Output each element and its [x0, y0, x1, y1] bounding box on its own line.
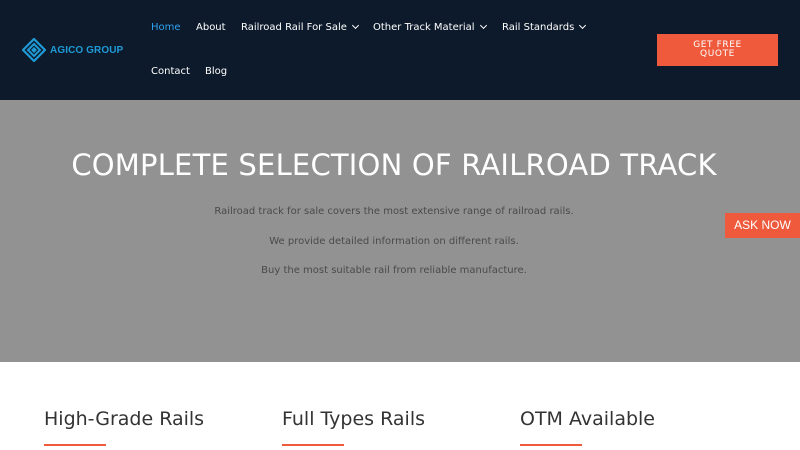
- hero-title: COMPLETE SELECTION OF RAILROAD TRACK: [71, 148, 717, 182]
- site-header: AGICO GROUP Home About Railroad Rail For…: [0, 0, 800, 100]
- logo-text: AGICO GROUP: [50, 44, 124, 56]
- nav-blog[interactable]: Blog: [205, 65, 227, 79]
- hero-line-1: Railroad track for sale covers the most …: [214, 206, 574, 217]
- cta-line-2: QUOTE: [700, 49, 735, 59]
- site-logo[interactable]: AGICO GROUP: [22, 38, 123, 62]
- nav-home-label: Home: [151, 22, 181, 33]
- get-free-quote-button[interactable]: GET FREE QUOTE: [657, 34, 778, 66]
- feature-title-high-grade: High-Grade Rails: [44, 408, 205, 430]
- hero-line-3: Buy the most suitable rail from reliable…: [261, 265, 527, 276]
- hero-line-2: We provide detailed information on diffe…: [269, 236, 519, 247]
- nav-about-label: About: [196, 22, 226, 33]
- nav-home[interactable]: Home: [151, 21, 181, 35]
- nav-other-track-material[interactable]: Other Track Material: [373, 21, 487, 35]
- chevron-down-icon: [479, 21, 487, 30]
- nav-rail-standards-label: Rail Standards: [502, 22, 575, 33]
- nav-blog-label: Blog: [205, 66, 228, 77]
- nav-rail-standards[interactable]: Rail Standards: [502, 21, 587, 35]
- feature-divider: [44, 444, 106, 446]
- nav-about[interactable]: About: [196, 21, 226, 35]
- feature-title-otm: OTM Available: [520, 408, 655, 430]
- chevron-down-icon: [351, 21, 359, 30]
- nav-railroad-rail-label: Railroad Rail For Sale: [241, 22, 347, 33]
- ask-now-button[interactable]: ASK NOW: [725, 213, 800, 238]
- chevron-down-icon: [579, 21, 587, 30]
- feature-title-full-types: Full Types Rails: [282, 408, 425, 430]
- nav-contact[interactable]: Contact: [151, 65, 190, 79]
- nav-contact-label: Contact: [151, 66, 190, 77]
- feature-divider: [520, 444, 582, 446]
- logo-diamond-icon: [22, 38, 46, 62]
- feature-divider: [282, 444, 344, 446]
- hero-banner: [0, 100, 800, 362]
- nav-other-track-label: Other Track Material: [373, 22, 475, 33]
- nav-railroad-rail-for-sale[interactable]: Railroad Rail For Sale: [241, 21, 359, 35]
